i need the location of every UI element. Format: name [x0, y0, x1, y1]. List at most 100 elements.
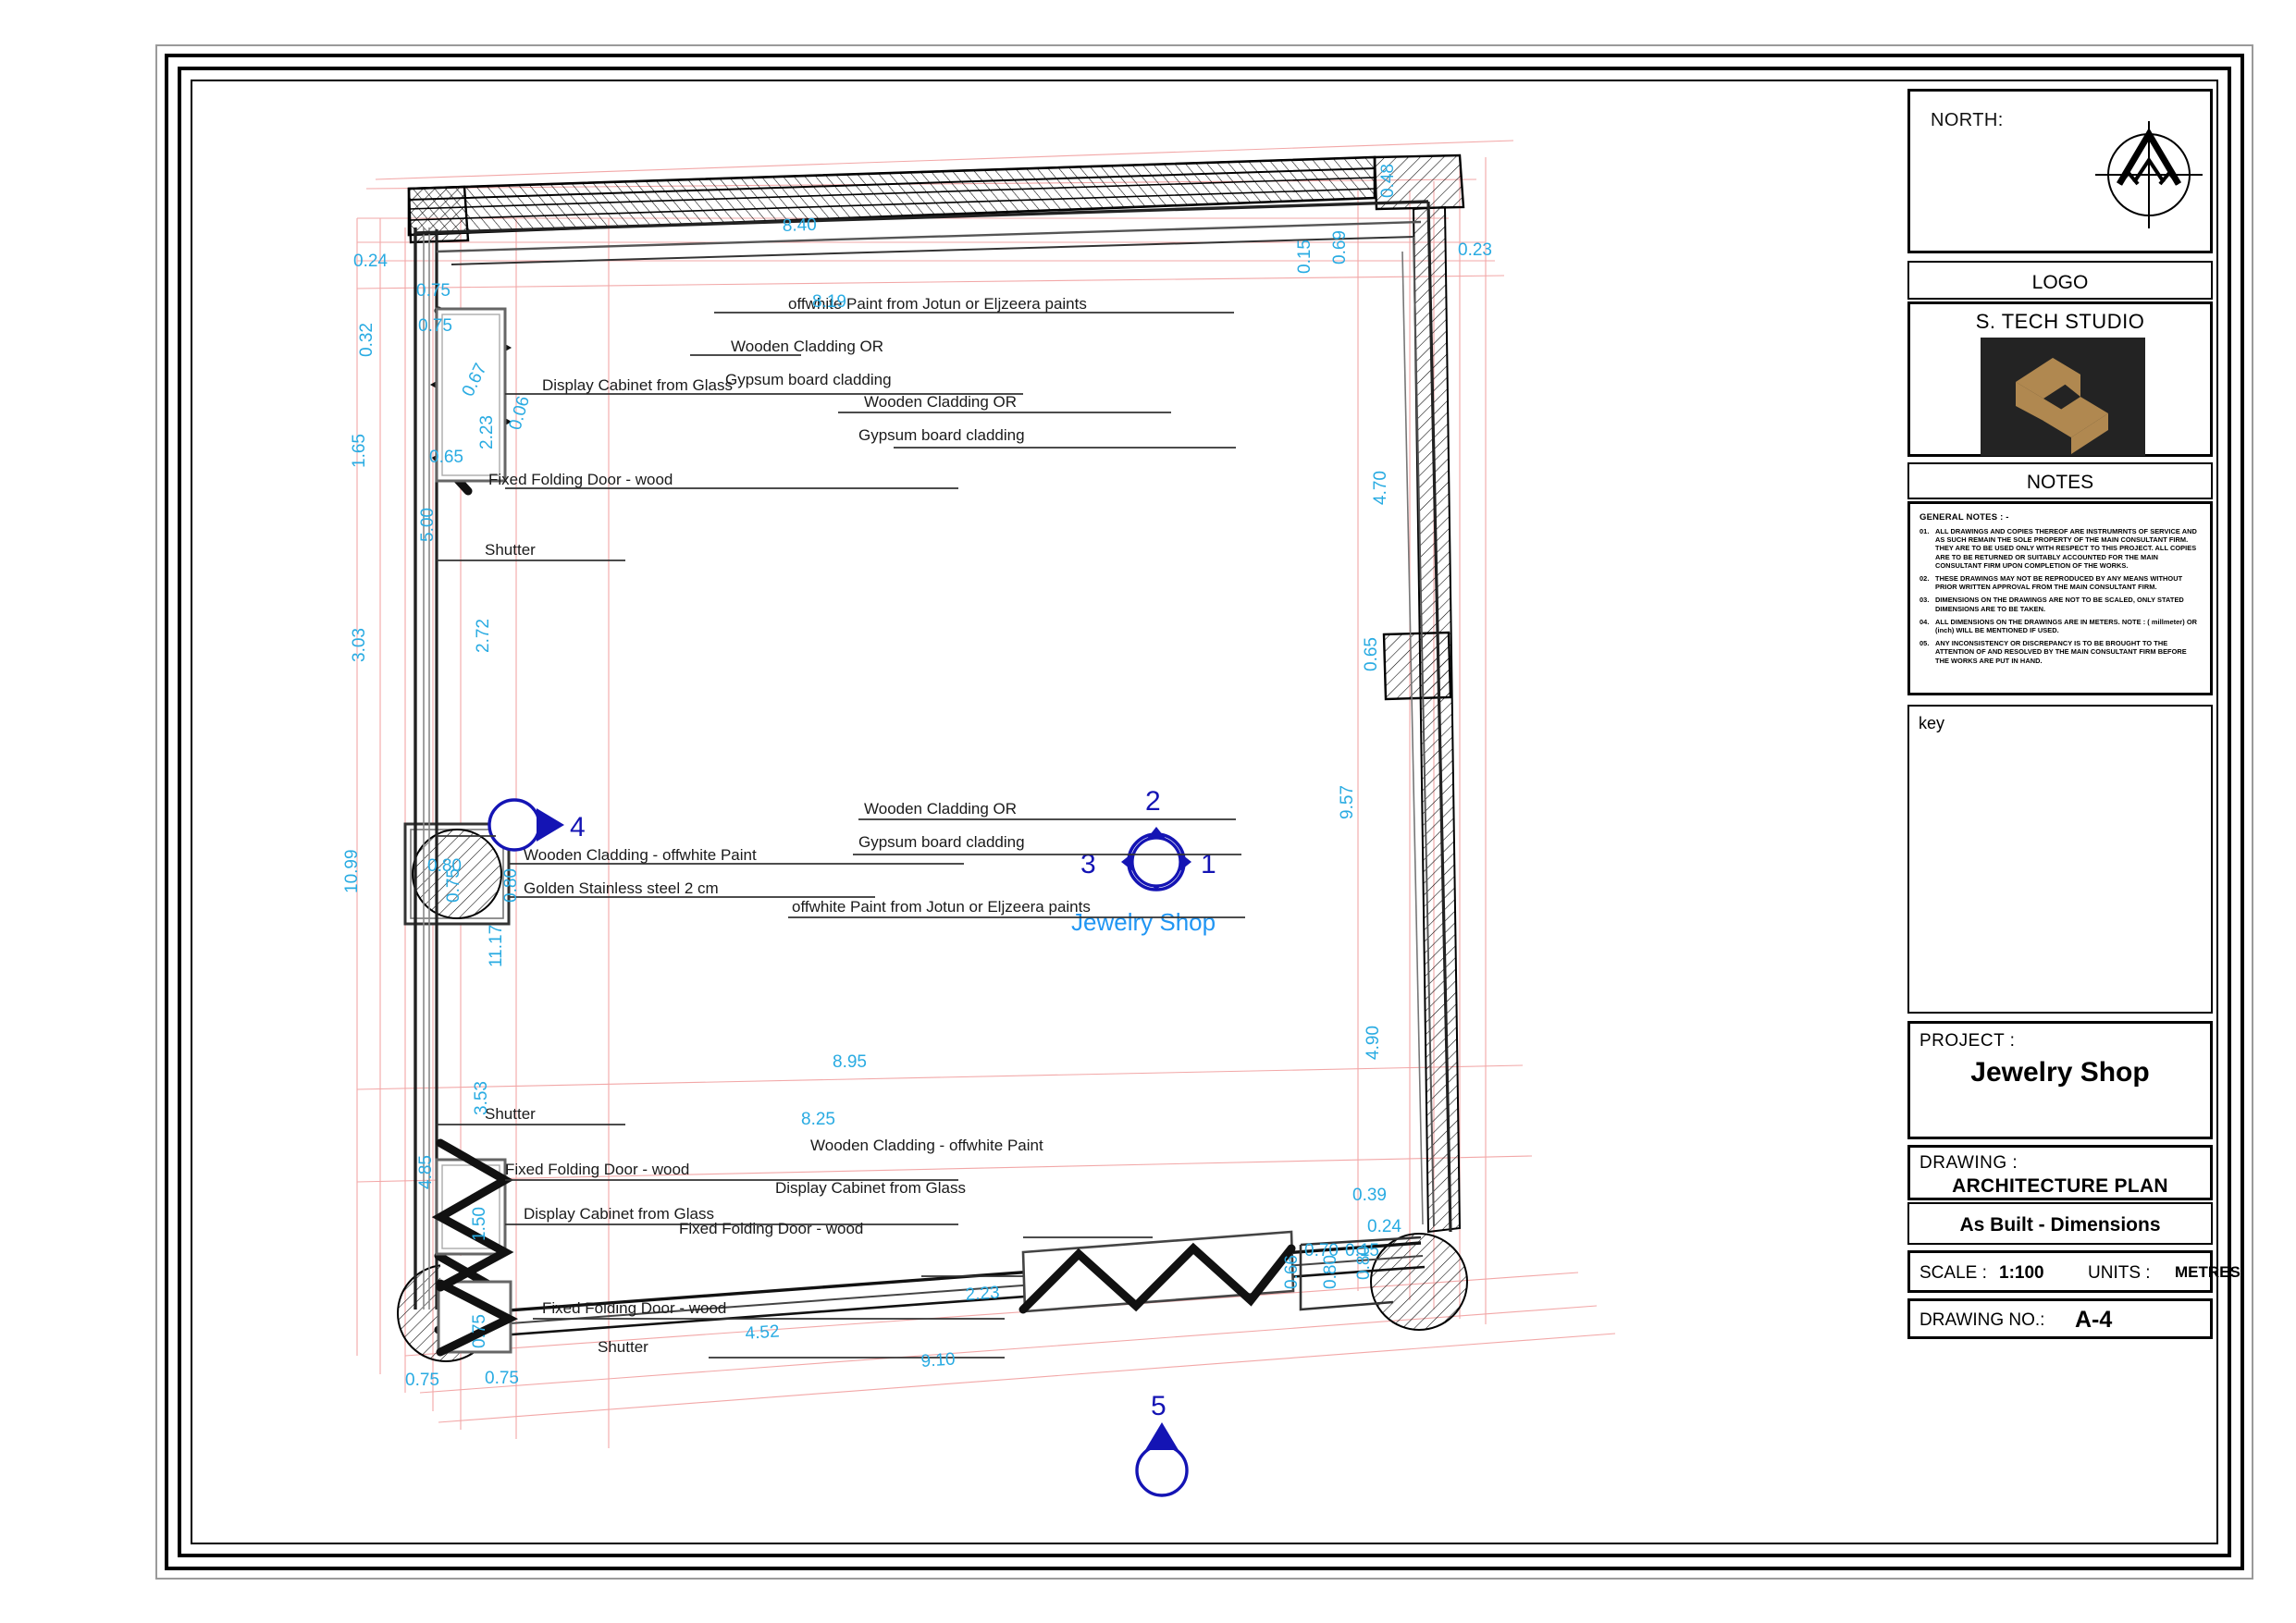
note-number: 01.: [1920, 527, 1930, 535]
dim-3-03: 3.03: [350, 628, 369, 662]
dim-0-69: 0.69: [1330, 230, 1350, 264]
note-number: 02.: [1920, 574, 1930, 584]
dim-2-23-a: 2.23: [477, 415, 497, 449]
drawing-sheet: 2 3 1 4 5 Jewelry Shop Display Cabinet f…: [0, 0, 2296, 1623]
studio-name: S. TECH STUDIO: [1975, 310, 2145, 333]
north-arrow-icon: [2086, 112, 2212, 238]
dim-5-00: 5.00: [418, 508, 438, 542]
dim-0-65-a: 0.65: [429, 448, 463, 467]
logo-panel: S. TECH STUDIO: [1907, 301, 2213, 457]
key-label: key: [1919, 714, 1945, 732]
dim-4-70: 4.70: [1371, 471, 1390, 505]
dim-10-99: 10.99: [342, 849, 362, 893]
notes-caption-box: NOTES: [1907, 462, 2213, 499]
scale-value: 1:100: [1999, 1263, 2044, 1283]
annotation-wooden-cladding-5: Wooden Cladding OR: [864, 800, 1017, 818]
key-panel: key: [1907, 705, 2213, 1014]
note-text: ALL DRAWINGS AND COPIES THEREOF ARE INST…: [1935, 527, 2197, 570]
annotation-folding-door-4: Fixed Folding Door - wood: [679, 1220, 863, 1237]
project-panel: PROJECT : Jewelry Shop: [1907, 1021, 2213, 1139]
section-marker-bottom[interactable]: [1135, 1422, 1189, 1497]
dim-0-70: 0.70: [1304, 1241, 1339, 1260]
dim-2-72: 2.72: [474, 619, 493, 653]
annotation-display-cabinet-1: Display Cabinet from Glass: [542, 376, 733, 394]
logo-caption: LOGO: [2031, 272, 2089, 293]
dim-0-80-d: 0.80: [1354, 1246, 1374, 1280]
drawing-number-panel: DRAWING NO.: A-4: [1907, 1298, 2213, 1339]
annotation-shutter-1: Shutter: [485, 541, 536, 559]
annotation-gypsum-cladding-1: Gypsum board cladding: [725, 371, 892, 388]
dim-0-48: 0.48: [1378, 164, 1398, 198]
dim-4-85: 4.85: [416, 1155, 436, 1189]
architecture-floor-plan[interactable]: 2 3 1 4 5 Jewelry Shop Display Cabinet f…: [191, 80, 1902, 1544]
title-block: NORTH: LOGO S. TECH STUDIO NOTES GENERAL…: [1902, 80, 2240, 1544]
dim-0-06: 0.06: [506, 394, 534, 432]
dim-0-65-b: 0.65: [1362, 637, 1381, 671]
dim-4-52: 4.52: [745, 1322, 780, 1344]
dim-0-75-e: 0.75: [405, 1371, 439, 1390]
section-marker-left[interactable]: [488, 798, 564, 852]
annotation-wooden-cladding-4: Wooden Cladding OR: [864, 393, 1017, 411]
dim-1-50: 1.50: [470, 1207, 489, 1241]
room-label: Jewelry Shop: [1071, 908, 1216, 936]
dim-8-25: 8.25: [801, 1110, 835, 1129]
dim-0-80-b: 0.80: [501, 868, 521, 903]
annotation-wooden-cladding-3: Wooden Cladding OR: [731, 338, 883, 355]
dim-8-95: 8.95: [833, 1052, 867, 1072]
round-column-bottom-right: [1370, 1233, 1468, 1331]
dim-0-75-f: 0.75: [485, 1369, 519, 1388]
folding-door-bottom-right: [1018, 1230, 1296, 1314]
annotation-folding-door-1: Fixed Folding Door - wood: [488, 471, 673, 488]
note-number: 04.: [1920, 617, 1930, 626]
note-number: 03.: [1920, 596, 1930, 605]
note-item: 03. DIMENSIONS ON THE DRAWINGS ARE NOT T…: [1920, 596, 2201, 612]
scale-caption: SCALE :: [1920, 1263, 1987, 1283]
annotation-gypsum-cladding-2: Gypsum board cladding: [858, 426, 1025, 444]
dim-1-65: 1.65: [350, 434, 369, 468]
section-marker-4-label: 4: [570, 812, 586, 842]
project-caption: PROJECT :: [1920, 1031, 2016, 1051]
drawing-title: ARCHITECTURE PLAN: [1952, 1175, 2168, 1197]
note-text: DIMENSIONS ON THE DRAWINGS ARE NOT TO BE…: [1935, 596, 2184, 613]
section-marker-center[interactable]: [1121, 827, 1191, 891]
drawing-number-value: A-4: [2075, 1307, 2113, 1333]
annotation-wooden-cladding-2: Wooden Cladding - offwhite Paint: [810, 1137, 1043, 1154]
annotation-folding-door-2: Fixed Folding Door - wood: [505, 1161, 689, 1178]
dim-0-39: 0.39: [1352, 1186, 1387, 1205]
north-panel: NORTH:: [1907, 89, 2213, 253]
project-name: Jewelry Shop: [1970, 1057, 2150, 1088]
scale-panel: SCALE : 1:100 UNITS : METRES: [1907, 1250, 2240, 1293]
dim-0-75-a: 0.75: [416, 281, 451, 301]
annotation-wooden-cladding-1: Wooden Cladding - offwhite Paint: [524, 846, 757, 864]
section-marker-1-label: 1: [1201, 849, 1216, 879]
dim-9-10: 9.10: [920, 1349, 956, 1371]
note-item: 02. THESE DRAWINGS MAY NOT BE REPRODUCED…: [1920, 574, 2201, 591]
annotation-leaders: [437, 312, 1236, 1359]
wall-right: [1412, 205, 1462, 1234]
dim-2-23-b: 2.23: [965, 1283, 1000, 1305]
annotation-folding-door-3: Fixed Folding Door - wood: [542, 1299, 726, 1317]
drawing-panel: DRAWING : ARCHITECTURE PLAN: [1907, 1145, 2213, 1200]
annotation-shutter-3: Shutter: [598, 1338, 648, 1356]
units-caption: UNITS :: [2088, 1263, 2151, 1283]
annotation-shutter-2: Shutter: [485, 1105, 536, 1123]
note-item: 05. ANY INCONSISTENCY OR DISCREPANCY IS …: [1920, 639, 2201, 665]
drawing-number-caption: DRAWING NO.:: [1920, 1310, 2045, 1330]
units-value: METRES: [2175, 1263, 2240, 1281]
dim-3-53: 3.53: [472, 1081, 491, 1115]
annotation-golden-steel: Golden Stainless steel 2 cm: [524, 879, 719, 897]
annotation-display-cabinet-3: Display Cabinet from Glass: [775, 1179, 966, 1197]
notes-caption: NOTES: [2026, 472, 2094, 493]
north-label: NORTH:: [1931, 110, 2004, 130]
dim-0-24-br: 0.24: [1367, 1217, 1401, 1236]
general-notes-heading: GENERAL NOTES : -: [1920, 512, 2009, 523]
dim-0-75-d: 0.75: [470, 1314, 489, 1348]
dim-0-15-a: 0.15: [1295, 240, 1315, 274]
asbuilt-panel: As Built - Dimensions: [1907, 1202, 2213, 1245]
note-number: 05.: [1920, 639, 1930, 648]
dim-0-75-b: 0.75: [418, 316, 452, 336]
annotation-offwhite-paint-2: offwhite Paint from Jotun or Eljzeera pa…: [792, 898, 1091, 916]
note-text: THESE DRAWINGS MAY NOT BE REPRODUCED BY …: [1935, 574, 2183, 592]
note-item: 04. ALL DIMENSIONS ON THE DRAWINGS ARE I…: [1920, 618, 2201, 634]
note-item: 01. ALL DRAWINGS AND COPIES THEREOF ARE …: [1920, 527, 2201, 570]
